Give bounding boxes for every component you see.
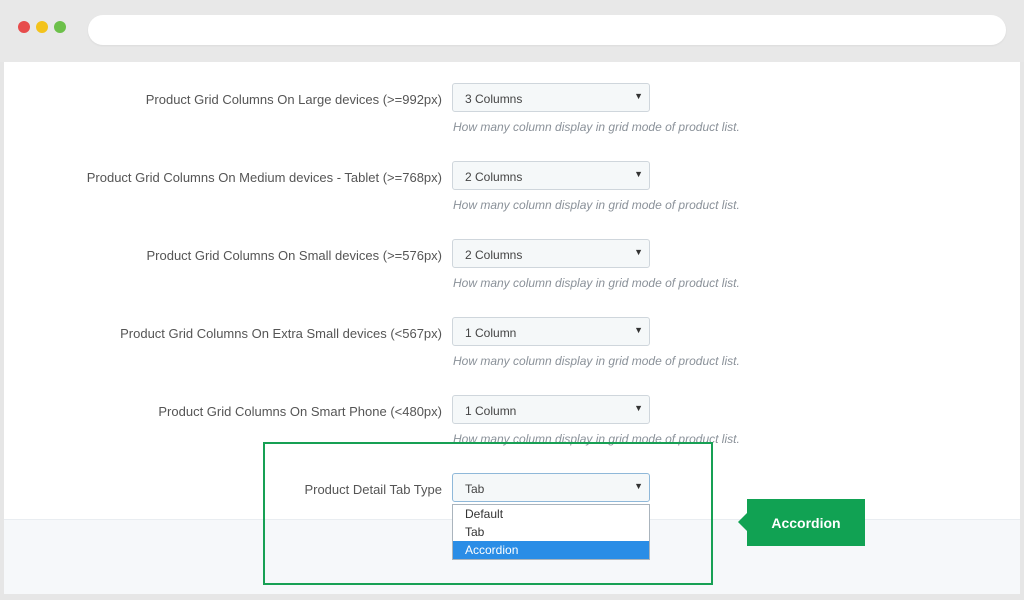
columns-smart-phone-select[interactable]: 1 Column ▼	[452, 395, 650, 424]
select-value: Tab	[465, 482, 485, 496]
caret-down-icon: ▼	[634, 169, 643, 179]
option-tab[interactable]: Tab	[453, 523, 649, 541]
option-default[interactable]: Default	[453, 505, 649, 523]
caret-down-icon: ▼	[634, 403, 643, 413]
settings-page: Product Grid Columns On Large devices (>…	[4, 62, 1020, 594]
select-value: 3 Columns	[465, 92, 523, 106]
setting-label: Product Grid Columns On Large devices (>…	[145, 92, 442, 107]
setting-row-small: Product Grid Columns On Small devices (>…	[4, 239, 1020, 299]
setting-label: Product Grid Columns On Extra Small devi…	[120, 326, 442, 341]
setting-label: Product Detail Tab Type	[304, 482, 442, 497]
setting-row-extra-small: Product Grid Columns On Extra Small devi…	[4, 317, 1020, 377]
tab-type-dropdown: Default Tab Accordion	[452, 504, 650, 560]
help-text: How many column display in grid mode of …	[453, 120, 740, 134]
setting-row-medium: Product Grid Columns On Medium devices -…	[4, 161, 1020, 221]
caret-down-icon: ▼	[634, 91, 643, 101]
caret-down-icon: ▼	[634, 481, 643, 491]
tab-type-select[interactable]: Tab ▼	[452, 473, 650, 502]
help-text: How many column display in grid mode of …	[453, 276, 740, 290]
caret-down-icon: ▼	[634, 247, 643, 257]
window-maximize-dot-icon[interactable]	[54, 21, 66, 33]
setting-label: Product Grid Columns On Small devices (>…	[146, 248, 442, 263]
window-close-dot-icon[interactable]	[18, 21, 30, 33]
select-value: 1 Column	[465, 326, 517, 340]
browser-chrome	[0, 0, 1024, 62]
setting-row-large: Product Grid Columns On Large devices (>…	[4, 83, 1020, 143]
select-value: 1 Column	[465, 404, 517, 418]
bottom-strip	[0, 594, 1024, 600]
callout-label: Accordion	[738, 499, 865, 546]
address-bar[interactable]	[88, 15, 1006, 45]
select-value: 2 Columns	[465, 170, 523, 184]
columns-large-select[interactable]: 3 Columns ▼	[452, 83, 650, 112]
help-text: How many column display in grid mode of …	[453, 354, 740, 368]
caret-down-icon: ▼	[634, 325, 643, 335]
select-value: 2 Columns	[465, 248, 523, 262]
setting-row-smart-phone: Product Grid Columns On Smart Phone (<48…	[4, 395, 1020, 455]
window-minimize-dot-icon[interactable]	[36, 21, 48, 33]
setting-label: Product Grid Columns On Medium devices -…	[86, 170, 442, 185]
columns-small-select[interactable]: 2 Columns ▼	[452, 239, 650, 268]
help-text: How many column display in grid mode of …	[453, 432, 740, 446]
help-text: How many column display in grid mode of …	[453, 198, 740, 212]
option-accordion[interactable]: Accordion	[453, 541, 649, 559]
setting-label: Product Grid Columns On Smart Phone (<48…	[158, 404, 442, 419]
columns-medium-select[interactable]: 2 Columns ▼	[452, 161, 650, 190]
columns-extra-small-select[interactable]: 1 Column ▼	[452, 317, 650, 346]
